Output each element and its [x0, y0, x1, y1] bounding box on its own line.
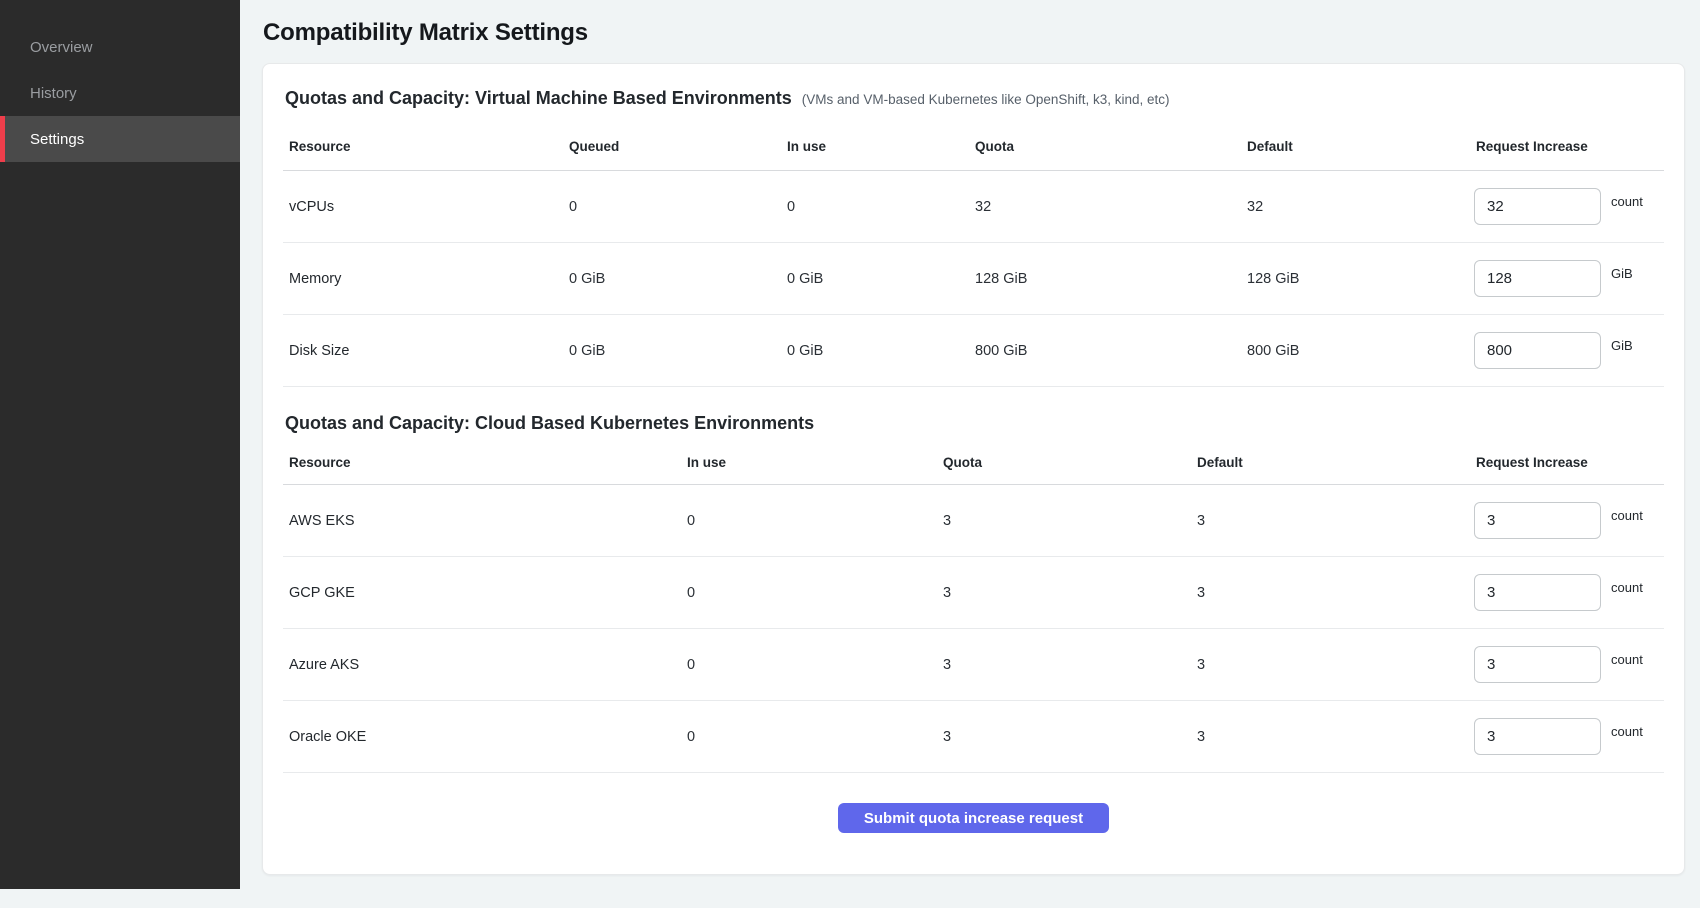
default-value: 3: [1191, 585, 1470, 601]
main-content: Compatibility Matrix Settings Quotas and…: [240, 19, 1700, 875]
vm-section-subtitle: (VMs and VM-based Kubernetes like OpenSh…: [802, 92, 1170, 107]
request-increase-cell: GiB: [1470, 260, 1664, 297]
in-use-value: 0: [681, 513, 937, 529]
resource-name: Azure AKS: [283, 657, 681, 673]
gcp-gke-request-input[interactable]: [1474, 574, 1601, 611]
queued-value: 0 GiB: [563, 271, 781, 287]
sidebar-item-history[interactable]: History: [0, 70, 240, 116]
column-header-resource: Resource: [283, 139, 563, 154]
request-increase-cell: GiB: [1470, 332, 1664, 369]
in-use-value: 0: [681, 657, 937, 673]
quota-value: 3: [937, 585, 1191, 601]
table-row-disk-size: Disk Size 0 GiB 0 GiB 800 GiB 800 GiB Gi…: [283, 315, 1664, 387]
sidebar: Overview History Settings: [0, 0, 240, 889]
unit-label: count: [1611, 652, 1643, 667]
column-header-resource: Resource: [283, 455, 681, 470]
quota-value: 32: [969, 199, 1241, 215]
aws-eks-request-input[interactable]: [1474, 502, 1601, 539]
column-header-queued: Queued: [563, 139, 781, 154]
column-header-quota: Quota: [969, 139, 1241, 154]
in-use-value: 0: [681, 729, 937, 745]
resource-name: Memory: [283, 271, 563, 287]
table-row-vcpus: vCPUs 0 0 32 32 count: [283, 171, 1664, 243]
vm-section-title: Quotas and Capacity: Virtual Machine Bas…: [285, 88, 792, 109]
column-header-request-increase: Request Increase: [1470, 139, 1664, 154]
sidebar-item-overview[interactable]: Overview: [0, 24, 240, 70]
table-row-aws-eks: AWS EKS 0 3 3 count: [283, 485, 1664, 557]
cloud-table-header-row: Resource In use Quota Default Request In…: [283, 440, 1664, 485]
submit-quota-increase-button[interactable]: Submit quota increase request: [838, 803, 1109, 833]
unit-label: count: [1611, 194, 1643, 209]
table-row-memory: Memory 0 GiB 0 GiB 128 GiB 128 GiB GiB: [283, 243, 1664, 315]
in-use-value: 0 GiB: [781, 271, 969, 287]
quota-value: 3: [937, 513, 1191, 529]
vm-table-header-row: Resource Queued In use Quota Default Req…: [283, 115, 1664, 171]
column-header-in-use: In use: [681, 455, 937, 470]
unit-label: GiB: [1611, 266, 1633, 281]
cloud-section-title: Quotas and Capacity: Cloud Based Kuberne…: [285, 413, 814, 434]
in-use-value: 0: [781, 199, 969, 215]
resource-name: GCP GKE: [283, 585, 681, 601]
vcpus-request-input[interactable]: [1474, 188, 1601, 225]
default-value: 3: [1191, 513, 1470, 529]
sidebar-item-label: History: [30, 85, 77, 102]
unit-label: GiB: [1611, 338, 1633, 353]
column-header-request-increase: Request Increase: [1470, 455, 1664, 470]
column-header-default: Default: [1191, 455, 1470, 470]
column-header-default: Default: [1241, 139, 1470, 154]
default-value: 128 GiB: [1241, 271, 1470, 287]
default-value: 3: [1191, 729, 1470, 745]
request-increase-cell: count: [1470, 574, 1664, 611]
oracle-oke-request-input[interactable]: [1474, 718, 1601, 755]
unit-label: count: [1611, 580, 1643, 595]
request-increase-cell: count: [1470, 188, 1664, 225]
quota-value: 800 GiB: [969, 343, 1241, 359]
request-increase-cell: count: [1470, 502, 1664, 539]
in-use-value: 0: [681, 585, 937, 601]
in-use-value: 0 GiB: [781, 343, 969, 359]
quota-value: 3: [937, 657, 1191, 673]
column-header-in-use: In use: [781, 139, 969, 154]
default-value: 32: [1241, 199, 1470, 215]
request-increase-cell: count: [1470, 718, 1664, 755]
table-row-azure-aks: Azure AKS 0 3 3 count: [283, 629, 1664, 701]
sidebar-item-label: Overview: [30, 39, 93, 56]
unit-label: count: [1611, 508, 1643, 523]
default-value: 800 GiB: [1241, 343, 1470, 359]
request-increase-cell: count: [1470, 646, 1664, 683]
quota-value: 3: [937, 729, 1191, 745]
queued-value: 0: [563, 199, 781, 215]
vm-quota-table: Resource Queued In use Quota Default Req…: [283, 115, 1664, 387]
azure-aks-request-input[interactable]: [1474, 646, 1601, 683]
cloud-quota-table: Resource In use Quota Default Request In…: [283, 440, 1664, 773]
vm-section-header: Quotas and Capacity: Virtual Machine Bas…: [285, 88, 1662, 109]
resource-name: Disk Size: [283, 343, 563, 359]
page-title: Compatibility Matrix Settings: [263, 19, 1685, 47]
resource-name: AWS EKS: [283, 513, 681, 529]
resource-name: Oracle OKE: [283, 729, 681, 745]
column-header-quota: Quota: [937, 455, 1191, 470]
quota-value: 128 GiB: [969, 271, 1241, 287]
sidebar-item-settings[interactable]: Settings: [0, 116, 240, 162]
resource-name: vCPUs: [283, 199, 563, 215]
quotas-card: Quotas and Capacity: Virtual Machine Bas…: [262, 63, 1685, 875]
disk-size-request-input[interactable]: [1474, 332, 1601, 369]
table-row-oracle-oke: Oracle OKE 0 3 3 count: [283, 701, 1664, 773]
unit-label: count: [1611, 724, 1643, 739]
cloud-section-header: Quotas and Capacity: Cloud Based Kuberne…: [285, 413, 1662, 434]
sidebar-item-label: Settings: [30, 131, 84, 148]
queued-value: 0 GiB: [563, 343, 781, 359]
card-footer: Submit quota increase request: [283, 773, 1664, 833]
default-value: 3: [1191, 657, 1470, 673]
table-row-gcp-gke: GCP GKE 0 3 3 count: [283, 557, 1664, 629]
memory-request-input[interactable]: [1474, 260, 1601, 297]
